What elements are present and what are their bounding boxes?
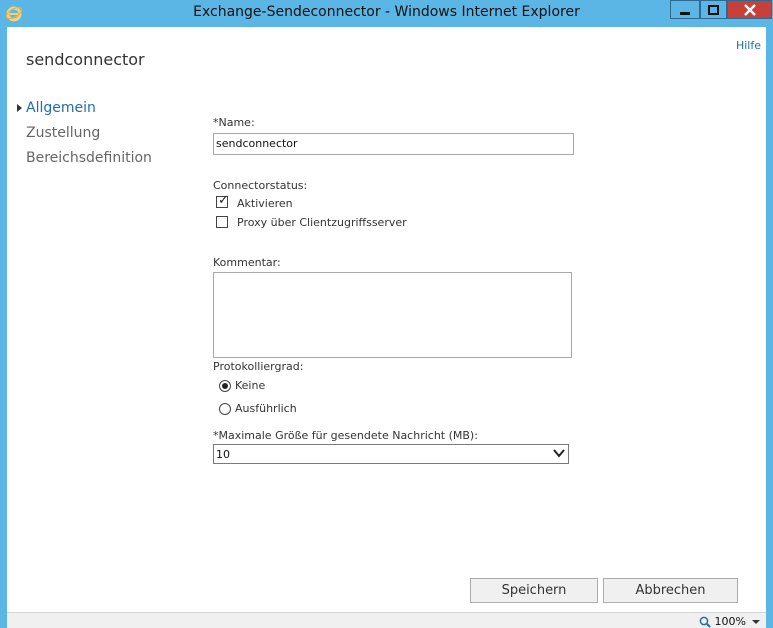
close-icon [743, 3, 756, 16]
nav-item-label: Allgemein [26, 100, 96, 116]
zoom-dropdown-icon[interactable] [752, 620, 760, 624]
radio-selected-indicator [222, 383, 228, 389]
page-title: sendconnector [26, 50, 145, 69]
zoom-control[interactable]: 100% [699, 615, 746, 628]
connector-status-label: Connectorstatus: [213, 179, 308, 192]
section-nav: Allgemein Zustellung Bereichsdefinition [17, 99, 152, 174]
minimize-icon [680, 11, 690, 15]
max-size-label: *Maximale Größe für gesendete Nachricht … [213, 429, 478, 442]
max-size-value: 10 [216, 448, 230, 461]
log-none-radio[interactable] [219, 380, 231, 392]
minimize-button[interactable] [670, 0, 700, 19]
title-bar: Exchange-Sendeconnector - Windows Intern… [0, 0, 773, 27]
cancel-button[interactable]: Abbrechen [603, 578, 738, 603]
proxy-checkbox[interactable] [216, 216, 228, 228]
comment-label: Kommentar: [213, 256, 281, 269]
log-verbose-radio[interactable] [219, 403, 231, 415]
enable-label: Aktivieren [237, 197, 293, 210]
name-input[interactable]: sendconnector [213, 133, 574, 155]
name-label: *Name: [213, 116, 255, 129]
log-verbose-label: Ausführlich [235, 402, 297, 415]
nav-item-label: Zustellung [26, 125, 101, 141]
maximize-icon [708, 4, 719, 15]
max-size-select[interactable]: 10 [213, 444, 569, 464]
chevron-down-icon [553, 449, 565, 458]
page-content: sendconnector Hilfe Allgemein Zustellung… [7, 27, 766, 612]
log-level-label: Protokolliergrad: [213, 360, 304, 373]
zoom-level: 100% [714, 615, 746, 628]
nav-item-zustellung[interactable]: Zustellung [17, 124, 152, 149]
help-link[interactable]: Hilfe [736, 39, 761, 52]
nav-item-allgemein[interactable]: Allgemein [17, 99, 152, 124]
nav-item-label: Bereichsdefinition [26, 150, 152, 166]
window-title: Exchange-Sendeconnector - Windows Intern… [193, 4, 580, 20]
close-button[interactable] [727, 0, 772, 19]
maximize-button[interactable] [700, 0, 727, 19]
zoom-icon [699, 616, 711, 628]
checkmark-icon: ✓ [218, 193, 229, 208]
nav-item-bereichsdefinition[interactable]: Bereichsdefinition [17, 149, 152, 174]
proxy-label: Proxy über Clientzugriffsserver [237, 216, 407, 229]
comment-textarea[interactable] [213, 272, 572, 358]
enable-checkbox[interactable]: ✓ [216, 193, 229, 208]
log-none-label: Keine [235, 379, 266, 392]
status-bar: 100% [7, 612, 766, 628]
caret-right-icon [17, 104, 22, 112]
save-button[interactable]: Speichern [470, 578, 598, 603]
